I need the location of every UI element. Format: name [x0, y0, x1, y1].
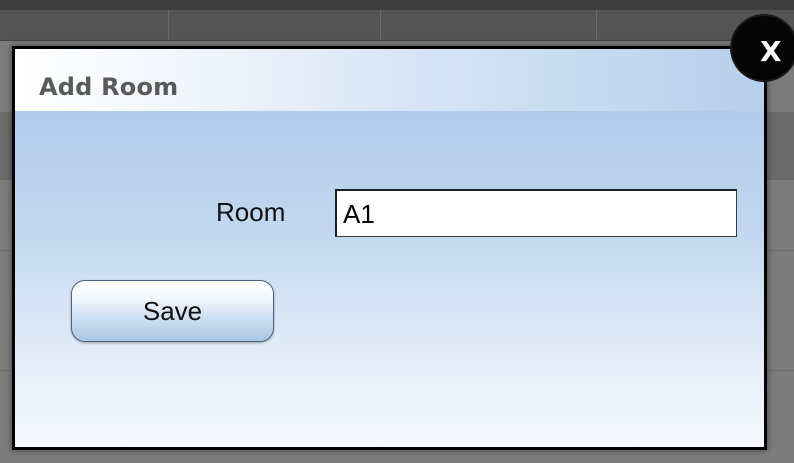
- room-label: Room: [216, 197, 286, 227]
- dialog-title: Add Room: [39, 73, 179, 101]
- background-column-divider: [596, 10, 597, 40]
- room-input[interactable]: [335, 189, 737, 237]
- dialog-titlebar: Add Room: [15, 49, 764, 111]
- background-column-divider: [380, 10, 381, 40]
- close-button[interactable]: X: [732, 16, 794, 80]
- background-header: [0, 10, 794, 41]
- add-room-dialog: Add Room Room Save: [12, 46, 767, 450]
- save-button[interactable]: Save: [71, 280, 274, 342]
- background-column-divider: [168, 10, 169, 40]
- background-topbar: [0, 0, 794, 10]
- close-icon: X: [760, 35, 782, 68]
